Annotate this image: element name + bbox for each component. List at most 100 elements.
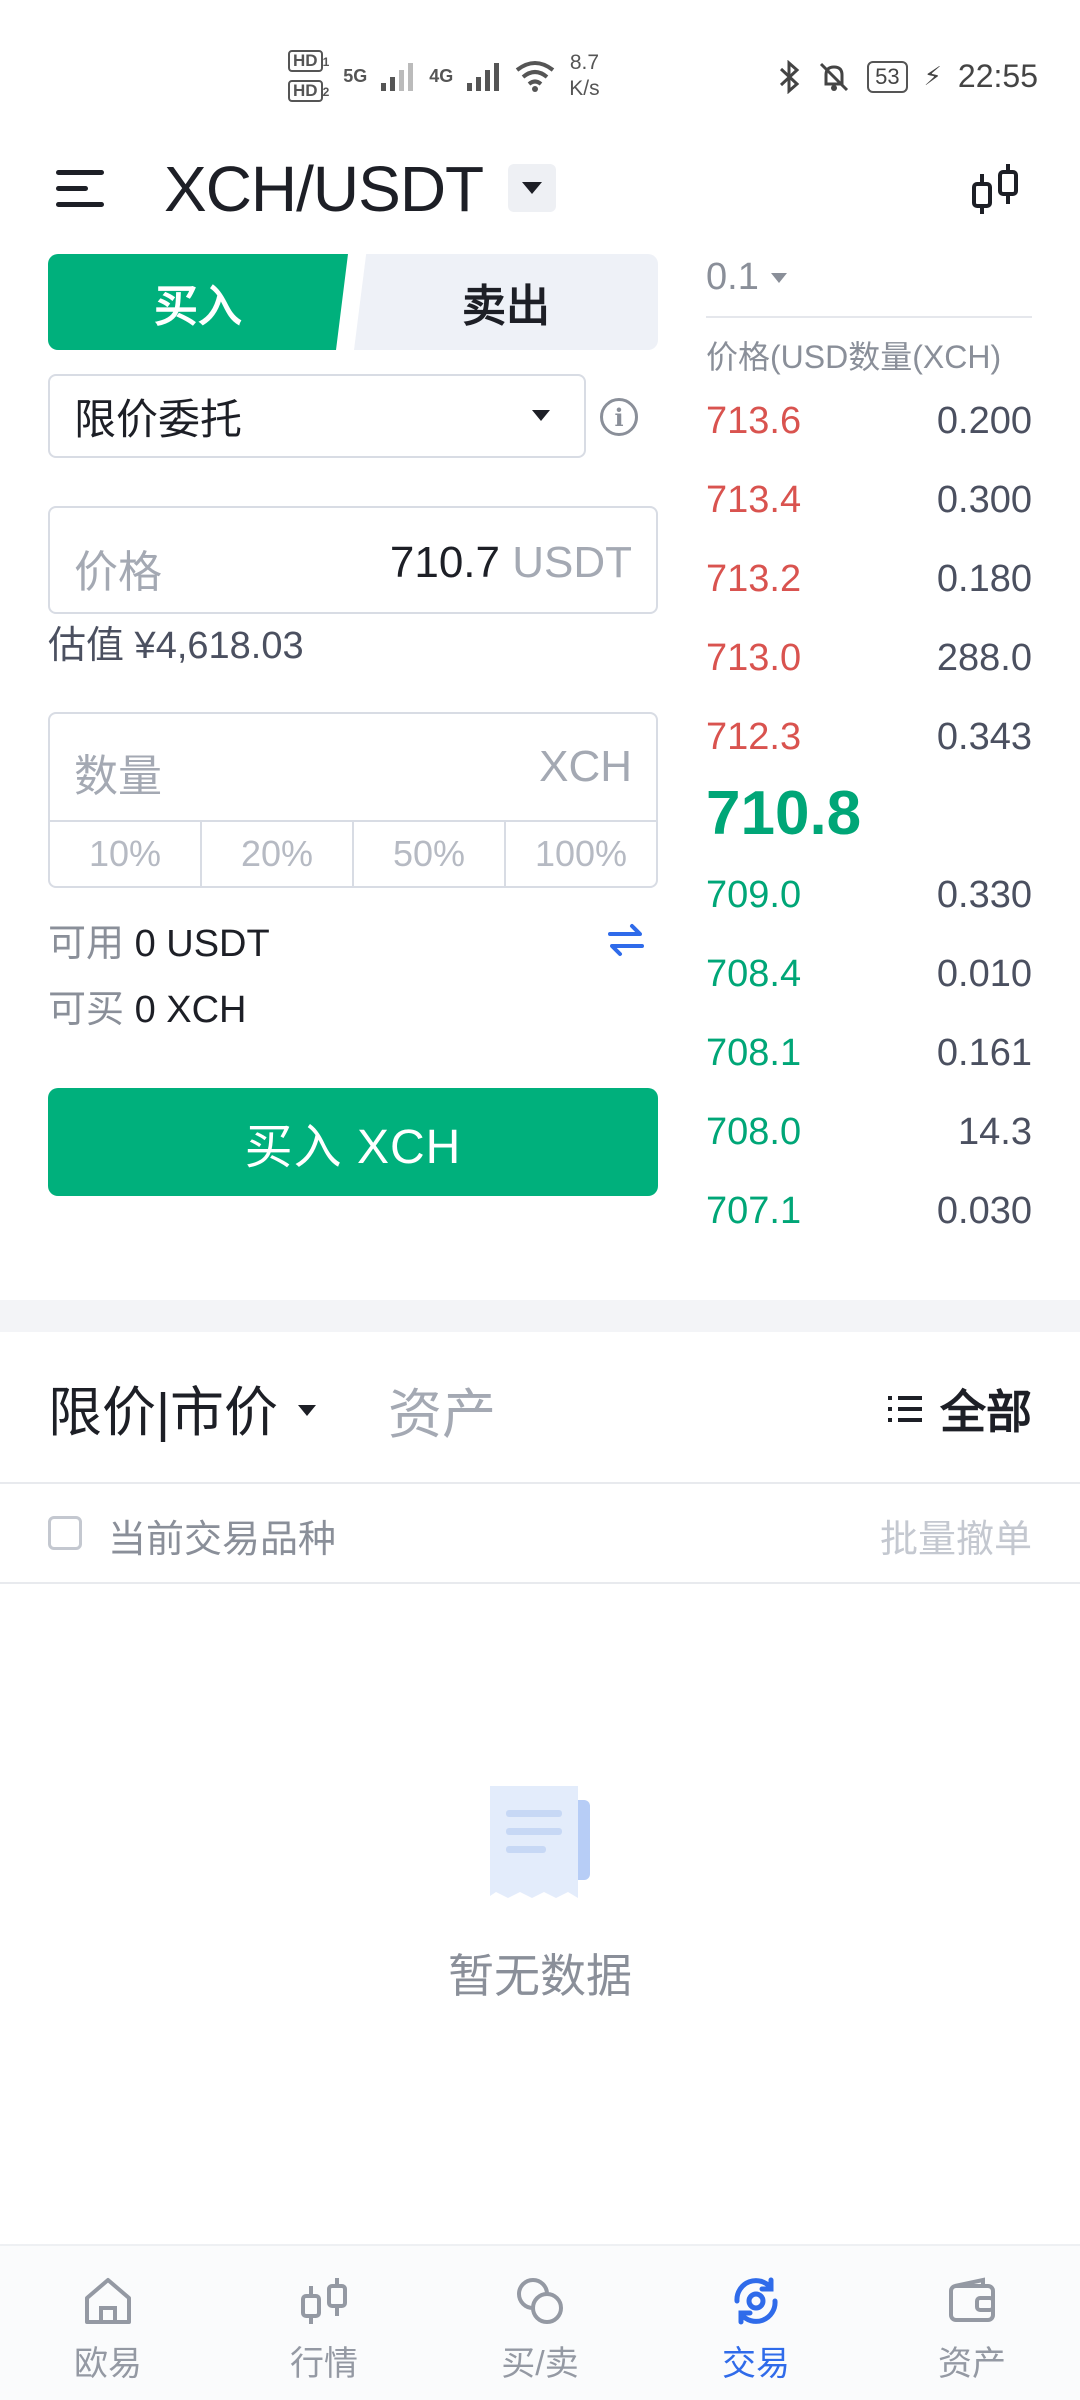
bid-price: 709.0 (706, 874, 802, 916)
info-icon[interactable]: i (600, 398, 638, 436)
available-label: 可用 (48, 923, 125, 965)
batch-cancel-button[interactable]: 批量撤单 (880, 1508, 1032, 1563)
percent-100-button[interactable]: 100% (506, 822, 656, 886)
order-type-select[interactable]: 限价委托 (48, 374, 586, 458)
system-indicators: 53 ⚡ 22:55 (777, 58, 1038, 95)
quantity-input[interactable]: 数量 XCH 10% 20% 50% 100% (48, 712, 658, 888)
buy-sell-tabs: 买入 卖出 (48, 254, 658, 350)
section-separator (0, 1300, 1080, 1332)
trade-icon (734, 2277, 778, 2325)
percent-10-button[interactable]: 10% (50, 822, 202, 886)
ask-price: 713.6 (706, 400, 802, 442)
buy-submit-button[interactable]: 买入 XCH (48, 1088, 658, 1196)
home-icon (85, 2278, 131, 2324)
price-value: 710.7 (389, 538, 500, 587)
can-buy-label: 可买 (48, 989, 125, 1031)
price-value-group: 710.7 USDT (390, 538, 632, 588)
nav-item-trade[interactable]: 交易 (648, 2246, 864, 2400)
bid-row[interactable]: 708.0 14.3 (706, 1111, 1032, 1171)
ask-price: 713.2 (706, 558, 802, 600)
price-input[interactable]: 价格 710.7 USDT (48, 506, 658, 614)
transfer-icon[interactable] (606, 920, 646, 960)
tab-orders[interactable]: 限价|市价 (48, 1368, 317, 1447)
speed-unit: K/s (569, 77, 600, 100)
nav-item-buy-sell[interactable]: 买/卖 (432, 2246, 648, 2400)
ask-row[interactable]: 712.3 0.343 (706, 716, 1032, 776)
current-pair-label[interactable]: 当前交易品种 (108, 1508, 336, 1563)
ask-qty: 0.180 (936, 558, 1032, 600)
ask-row[interactable]: 713.0 288.0 (706, 637, 1032, 697)
pair-title[interactable]: XCH/USDT (164, 152, 484, 226)
can-buy-amount: 可买 0 XCH (48, 978, 247, 1033)
ask-row[interactable]: 713.6 0.200 (706, 400, 1032, 460)
hd-indicators: HD 1 HD 2 (288, 50, 329, 102)
hd2-sub: 2 (322, 85, 330, 99)
nav-label: 行情 (290, 2345, 358, 2383)
candlestick-chart-icon[interactable] (968, 160, 1024, 220)
bid-qty: 0.161 (936, 1032, 1032, 1074)
nav-item-assets[interactable]: 资产 (864, 2246, 1080, 2400)
nav-label: 买/卖 (501, 2345, 579, 2383)
tab-sell[interactable]: 卖出 (354, 254, 658, 350)
charging-icon: ⚡ (923, 61, 942, 91)
bid-qty: 0.010 (936, 953, 1032, 995)
divider (0, 1482, 1080, 1484)
network-5g: 5G (343, 65, 368, 86)
signal-icon-2 (467, 63, 500, 91)
ask-price: 712.3 (706, 716, 802, 758)
bid-row[interactable]: 709.0 0.330 (706, 874, 1032, 934)
can-buy-value: 0 XCH (134, 989, 247, 1031)
chevron-down-icon (770, 272, 787, 283)
bluetooth-icon (780, 59, 800, 94)
ask-price: 713.0 (706, 637, 802, 679)
chevron-down-icon (532, 410, 550, 421)
nav-label: 交易 (722, 2345, 790, 2383)
ask-price: 713.4 (706, 479, 802, 521)
bottom-nav: 欧易 行情 买/卖 交易 资产 (0, 2244, 1080, 2400)
bid-row[interactable]: 708.1 0.161 (706, 1032, 1032, 1092)
bid-qty: 14.3 (958, 1111, 1032, 1153)
nav-item-home[interactable]: 欧易 (0, 2246, 216, 2400)
divider (0, 1582, 1080, 1584)
price-estimate: 估值 ¥4,618.03 (48, 625, 304, 667)
bid-price: 708.4 (706, 953, 802, 995)
bid-price: 708.0 (706, 1111, 802, 1153)
ask-qty: 0.300 (936, 479, 1032, 521)
ask-row[interactable]: 713.2 0.180 (706, 558, 1032, 618)
quantity-unit: XCH (539, 742, 632, 791)
tab-assets[interactable]: 资产 (388, 1370, 496, 1449)
percent-50-button[interactable]: 50% (354, 822, 506, 886)
ask-qty: 288.0 (936, 637, 1032, 679)
bid-qty: 0.030 (936, 1190, 1032, 1232)
nav-item-markets[interactable]: 行情 (216, 2246, 432, 2400)
chevron-down-icon (298, 1405, 317, 1416)
ask-qty: 0.200 (936, 400, 1032, 442)
empty-receipt-icon (490, 1786, 590, 1898)
candlestick-icon (301, 2278, 347, 2324)
nav-label: 资产 (938, 2345, 1006, 2383)
signal-icon (381, 63, 414, 91)
percent-20-button[interactable]: 20% (202, 822, 354, 886)
pair-dropdown-icon[interactable] (508, 164, 556, 212)
depth-value: 0.1 (706, 256, 759, 298)
bid-price: 708.1 (706, 1032, 802, 1074)
ask-row[interactable]: 713.4 0.300 (706, 479, 1032, 539)
hd1-sub: 1 (322, 55, 330, 69)
bid-row[interactable]: 708.4 0.010 (706, 953, 1032, 1013)
all-filter-label: 全部 (940, 1386, 1032, 1438)
price-label: 价格 (74, 548, 162, 597)
current-pair-checkbox[interactable] (48, 1516, 82, 1550)
menu-icon[interactable] (56, 170, 106, 220)
hd2-badge: HD (288, 80, 323, 102)
tab-buy[interactable]: 买入 (48, 254, 348, 350)
available-value: 0 USDT (134, 923, 270, 965)
bid-row[interactable]: 707.1 0.030 (706, 1190, 1032, 1250)
order-book-header: 价格(USD数量(XCH) (706, 339, 1002, 375)
all-filter-button[interactable]: 全部 (888, 1376, 1032, 1442)
depth-selector[interactable]: 0.1 (706, 256, 787, 299)
trade-header: XCH/USDT (0, 150, 1080, 250)
speed-value: 8.7 (569, 51, 600, 74)
wifi-icon (516, 61, 555, 92)
percent-selector: 10% 20% 50% 100% (50, 820, 656, 886)
last-price[interactable]: 710.8 (706, 778, 861, 849)
